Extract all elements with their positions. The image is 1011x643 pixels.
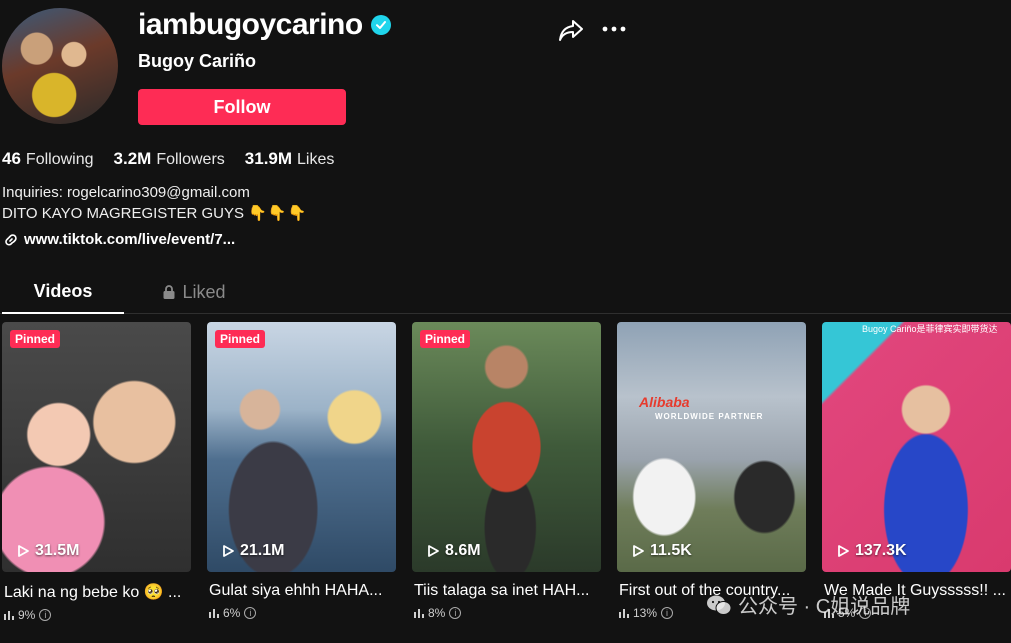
verified-badge-icon xyxy=(370,15,391,35)
thumbnail-overlay-text: Bugoy Cariño是菲律宾实即带货达 xyxy=(862,324,998,334)
profile-avatar[interactable] xyxy=(2,8,118,124)
view-count: 21.1M xyxy=(221,542,284,560)
video-caption[interactable]: Tiis talaga sa inet HAH... xyxy=(412,582,601,600)
pinned-badge: Pinned xyxy=(215,330,266,348)
play-icon xyxy=(633,545,644,557)
watermark: 公众号 · C姐说品牌 xyxy=(706,590,910,619)
view-count: 8.6M xyxy=(426,542,481,560)
tab-liked[interactable]: Liked xyxy=(154,270,234,314)
video-thumbnail[interactable]: Pinned 21.1M xyxy=(207,322,396,572)
profile-username: iambugoycarino xyxy=(138,8,363,41)
bar-chart-icon xyxy=(619,609,629,618)
view-count: 31.5M xyxy=(16,542,79,560)
view-count: 11.5K xyxy=(631,542,692,560)
pinned-badge: Pinned xyxy=(420,330,471,348)
bar-chart-icon xyxy=(209,609,219,618)
info-icon[interactable]: i xyxy=(39,609,52,621)
link-icon xyxy=(5,233,17,246)
view-count: 137.3K xyxy=(836,542,907,560)
profile-nickname: Bugoy Cariño xyxy=(138,51,257,71)
video-caption[interactable]: Gulat siya ehhh HAHA... xyxy=(207,582,396,600)
pinned-badge: Pinned xyxy=(10,330,61,348)
thumbnail-sign-text: Alibaba xyxy=(639,394,690,410)
stat-followers[interactable]: 3.2M Followers xyxy=(114,149,225,169)
video-caption[interactable]: Laki na ng bebe ko 🥺 ... xyxy=(2,582,191,602)
share-icon[interactable] xyxy=(557,16,585,44)
video-card[interactable]: Bugoy Cariño是菲律宾实即带货达 137.3K We Made It … xyxy=(822,322,1011,620)
video-card[interactable]: Pinned 8.6M Tiis talaga sa inet HAH... 8… xyxy=(412,322,601,620)
bio-link-text[interactable]: www.tiktok.com/live/event/7... xyxy=(24,231,235,248)
profile-stats: 46 Following 3.2M Followers 31.9M Likes xyxy=(2,149,334,169)
video-thumbnail[interactable]: Bugoy Cariño是菲律宾实即带货达 137.3K xyxy=(822,322,1011,572)
play-icon xyxy=(838,545,849,557)
follow-button[interactable]: Follow xyxy=(138,89,346,125)
video-thumbnail[interactable]: Alibaba WORLDWIDE PARTNER 11.5K xyxy=(617,322,806,572)
thumbnail-sign-subtext: WORLDWIDE PARTNER xyxy=(655,412,764,421)
profile-username-row: iambugoycarino xyxy=(138,8,391,42)
play-icon xyxy=(428,545,439,557)
video-card[interactable]: Pinned 21.1M Gulat siya ehhh HAHA... 6% … xyxy=(207,322,396,620)
wechat-icon xyxy=(707,595,732,615)
info-icon[interactable]: i xyxy=(244,607,257,619)
profile-bio: Inquiries: rogelcarino309@gmail.com DITO… xyxy=(2,182,307,224)
bio-inquiries: Inquiries: rogelcarino309@gmail.com xyxy=(2,184,250,201)
lock-icon xyxy=(163,285,175,299)
bar-chart-icon xyxy=(4,611,14,620)
video-thumbnail[interactable]: Pinned 31.5M xyxy=(2,322,191,572)
video-stat: 9% i xyxy=(2,608,191,622)
video-stat: 6% i xyxy=(207,606,396,620)
bio-link[interactable]: www.tiktok.com/live/event/7... xyxy=(4,231,235,248)
play-icon xyxy=(223,545,234,557)
stat-likes: 31.9M Likes xyxy=(244,149,335,168)
tab-videos[interactable]: Videos xyxy=(2,270,124,314)
more-options-icon[interactable] xyxy=(601,16,627,42)
video-stat: 8% i xyxy=(412,606,601,620)
profile-tabs: Videos Liked xyxy=(0,270,1011,314)
bar-chart-icon xyxy=(414,609,424,618)
pointing-down-icon: 👇👇👇 xyxy=(248,205,308,222)
video-thumbnail[interactable]: Pinned 8.6M xyxy=(412,322,601,572)
stat-following[interactable]: 46 Following xyxy=(2,149,94,169)
info-icon[interactable]: i xyxy=(661,607,674,619)
bio-line2: DITO KAYO MAGREGISTER GUYS 👇👇👇 xyxy=(2,205,308,222)
video-card[interactable]: Pinned 31.5M Laki na ng bebe ko 🥺 ... 9%… xyxy=(2,322,191,622)
play-icon xyxy=(18,545,29,557)
video-card[interactable]: Alibaba WORLDWIDE PARTNER 11.5K First ou… xyxy=(617,322,806,620)
info-icon[interactable]: i xyxy=(449,607,462,619)
